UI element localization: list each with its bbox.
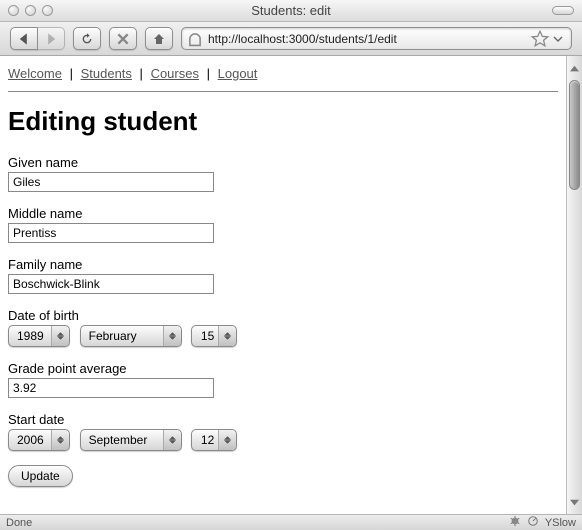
stop-button[interactable] <box>109 27 137 50</box>
gpa-label: Grade point average <box>8 361 558 376</box>
dob-day-select[interactable]: 15 <box>191 325 237 347</box>
start-year-select[interactable]: 2006 <box>8 429 70 451</box>
breadcrumb-nav: Welcome | Students | Courses | Logout <box>8 66 558 92</box>
yslow-label[interactable]: YSlow <box>545 517 576 529</box>
home-icon <box>152 32 166 46</box>
status-bar: Done YSlow <box>0 514 582 530</box>
submit-row: Update <box>8 465 558 487</box>
start-month-value: September <box>89 433 163 447</box>
nav-separator: | <box>207 66 210 81</box>
given-name-field: Given name <box>8 155 558 192</box>
nav-separator: | <box>70 66 73 81</box>
family-name-field: Family name <box>8 257 558 294</box>
family-name-input[interactable] <box>8 274 214 294</box>
nav-link-students[interactable]: Students <box>81 66 132 81</box>
family-name-label: Family name <box>8 257 558 272</box>
window-title: Students: edit <box>0 3 582 18</box>
status-text: Done <box>6 517 32 529</box>
given-name-input[interactable] <box>8 172 214 192</box>
dob-month-value: February <box>89 329 163 343</box>
dob-month-select[interactable]: February <box>80 325 182 347</box>
dob-year-select[interactable]: 1989 <box>8 325 70 347</box>
url-input[interactable] <box>204 32 531 46</box>
page-viewport: Welcome | Students | Courses | Logout Ed… <box>0 56 566 514</box>
start-date-field: Start date 2006 September 12 <box>8 412 558 451</box>
select-stepper-icon <box>51 326 69 346</box>
stop-icon <box>116 32 130 46</box>
nav-separator: | <box>140 66 143 81</box>
page-heading: Editing student <box>8 106 558 137</box>
dob-day-value: 15 <box>200 329 218 343</box>
start-day-select[interactable]: 12 <box>191 429 237 451</box>
date-of-birth-label: Date of birth <box>8 308 558 323</box>
start-day-value: 12 <box>200 433 218 447</box>
vertical-scrollbar[interactable] <box>566 56 582 514</box>
select-stepper-icon <box>51 430 69 450</box>
nav-link-courses[interactable]: Courses <box>151 66 199 81</box>
start-month-select[interactable]: September <box>80 429 182 451</box>
address-bar[interactable] <box>181 27 572 50</box>
start-year-value: 2006 <box>17 433 51 447</box>
dob-year-value: 1989 <box>17 329 51 343</box>
home-button[interactable] <box>145 27 173 50</box>
scrollbar-thumb[interactable] <box>569 80 580 190</box>
forward-arrow-icon <box>44 32 58 46</box>
reload-button[interactable] <box>73 27 101 50</box>
gpa-input[interactable] <box>8 378 214 398</box>
middle-name-input[interactable] <box>8 223 214 243</box>
middle-name-label: Middle name <box>8 206 558 221</box>
reload-icon <box>80 32 94 46</box>
window-titlebar: Students: edit <box>0 0 582 22</box>
nav-link-welcome[interactable]: Welcome <box>8 66 62 81</box>
browser-toolbar <box>0 22 582 56</box>
yslow-icon[interactable] <box>527 515 539 530</box>
select-stepper-icon <box>163 326 181 346</box>
date-of-birth-field: Date of birth 1989 February 15 <box>8 308 558 347</box>
select-stepper-icon <box>163 430 181 450</box>
scroll-down-arrow-icon[interactable] <box>567 494 582 510</box>
firebug-icon[interactable] <box>509 515 521 530</box>
page-identity-icon <box>186 30 204 48</box>
nav-link-logout[interactable]: Logout <box>218 66 258 81</box>
select-stepper-icon <box>218 430 236 450</box>
back-button[interactable] <box>10 27 38 50</box>
forward-button[interactable] <box>37 27 65 50</box>
toolbar-toggle-button[interactable] <box>552 6 574 15</box>
select-stepper-icon <box>218 326 236 346</box>
given-name-label: Given name <box>8 155 558 170</box>
bookmark-star-icon[interactable] <box>531 30 549 48</box>
start-date-label: Start date <box>8 412 558 427</box>
middle-name-field: Middle name <box>8 206 558 243</box>
update-button[interactable]: Update <box>8 465 73 487</box>
scroll-up-arrow-icon[interactable] <box>567 60 582 76</box>
url-history-dropdown[interactable] <box>549 30 567 48</box>
back-arrow-icon <box>17 32 31 46</box>
gpa-field: Grade point average <box>8 361 558 398</box>
